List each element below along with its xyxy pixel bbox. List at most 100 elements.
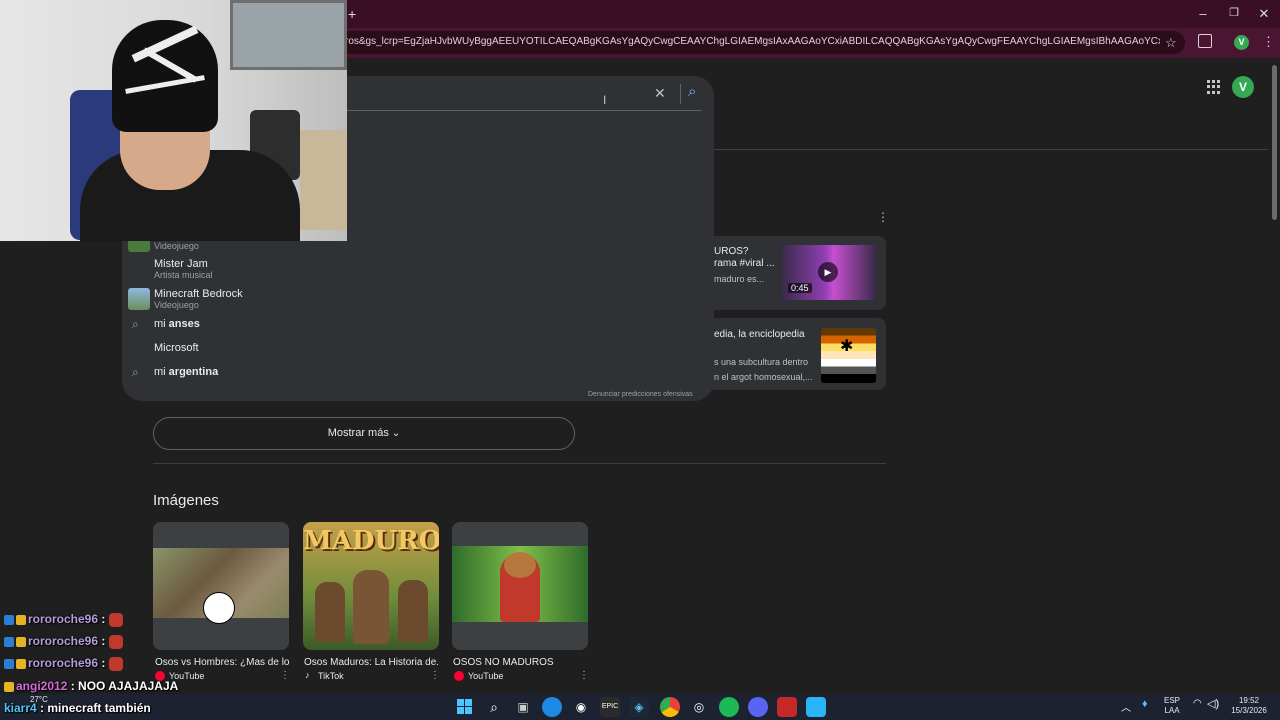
app-icon[interactable] bbox=[777, 697, 797, 717]
close-window-button[interactable]: ✕ bbox=[1254, 6, 1274, 22]
emote-icon bbox=[108, 634, 123, 649]
chat-separator: : bbox=[98, 612, 106, 626]
emote-icon bbox=[108, 656, 123, 671]
more-options-icon[interactable]: ⋮ bbox=[280, 670, 290, 681]
suggestion-subtitle-3: Videojuego bbox=[154, 300, 199, 310]
chat-username: rororoche96 bbox=[28, 612, 99, 626]
restore-button[interactable]: ❐ bbox=[1224, 6, 1244, 19]
chrome-icon[interactable] bbox=[660, 697, 680, 717]
chat-username: rororoche96 bbox=[28, 656, 99, 670]
github-icon[interactable]: ◎ bbox=[689, 697, 709, 717]
obs-icon[interactable]: ◉ bbox=[571, 697, 591, 717]
google-apps-icon[interactable] bbox=[1207, 80, 1221, 94]
image-overlay-text: MADUROS bbox=[303, 526, 439, 556]
chat-username: rororoche96 bbox=[28, 634, 99, 648]
chat-username: kiarr4 bbox=[4, 701, 37, 715]
image-result-3[interactable] bbox=[452, 522, 588, 650]
more-options-icon[interactable]: ⋮ bbox=[877, 210, 889, 224]
clock[interactable]: 19:52 15/3/2026 bbox=[1226, 696, 1272, 716]
more-options-icon[interactable]: ⋮ bbox=[579, 670, 589, 681]
browser-menu-icon[interactable]: ⋮ bbox=[1262, 34, 1275, 50]
crown-icon bbox=[16, 614, 26, 625]
search-button-divider bbox=[680, 84, 681, 104]
wiki-snippet-2: n el argot homosexual,... bbox=[714, 372, 813, 382]
video-title-2[interactable]: rama #viral ... bbox=[714, 258, 775, 269]
image-result-2[interactable]: MADUROS bbox=[303, 522, 439, 650]
volume-icon[interactable]: ◁) bbox=[1207, 697, 1219, 710]
clock-time: 19:52 bbox=[1238, 696, 1260, 705]
paw-icon: ✱ bbox=[840, 338, 854, 355]
report-predictions-link[interactable]: Denunciar predicciones ofensivas bbox=[588, 391, 693, 398]
suggestion-minecraft-bedrock[interactable]: Minecraft Bedrock bbox=[154, 288, 243, 300]
account-avatar[interactable]: V bbox=[1232, 76, 1254, 98]
wifi-icon[interactable]: ◠ bbox=[1193, 698, 1202, 709]
search-history-icon: ⌕ bbox=[132, 365, 139, 379]
suggestion-mi-argentina[interactable]: mi argentina bbox=[154, 366, 218, 378]
chat-message: rororoche96 : bbox=[4, 634, 125, 649]
steam-icon[interactable]: ◈ bbox=[629, 697, 649, 717]
chat-separator: : bbox=[36, 701, 48, 715]
search-taskbar-icon[interactable]: ⌕ bbox=[484, 697, 504, 717]
chat-username: angi2012 bbox=[16, 679, 68, 693]
wiki-snippet-1: s una subcultura dentro bbox=[714, 357, 809, 367]
image-source-3: YouTube bbox=[468, 671, 504, 681]
minecraft-thumbnail bbox=[128, 288, 150, 310]
chat-text: NOO AJAJAJAJA bbox=[78, 679, 179, 693]
search-icon[interactable]: ⌕ bbox=[688, 83, 696, 100]
discord-icon[interactable] bbox=[748, 697, 768, 717]
new-tab-button[interactable]: + bbox=[348, 6, 356, 22]
suggestion-completion: argentina bbox=[168, 366, 219, 378]
edge-icon[interactable] bbox=[542, 697, 562, 717]
badge-icon bbox=[4, 658, 14, 669]
show-more-label: Mostrar más bbox=[327, 427, 389, 439]
more-options-icon[interactable]: ⋮ bbox=[430, 670, 440, 681]
suggestion-subtitle-1[interactable]: Videojuego bbox=[154, 241, 199, 251]
video-snippet: maduro es... bbox=[714, 274, 765, 284]
chat-message: rororoche96 : bbox=[4, 656, 125, 671]
suggestion-mi-anses[interactable]: mi anses bbox=[154, 318, 200, 330]
url-text[interactable]: ros&gs_lcrp=EgZjaHJvbWUyBggAEEUYOTILCAEQ… bbox=[345, 36, 1160, 47]
tiktok-icon: ♪ bbox=[305, 670, 310, 680]
extensions-icon[interactable] bbox=[1198, 34, 1212, 48]
lang-layout: LAA bbox=[1164, 706, 1180, 715]
play-icon[interactable]: ▶ bbox=[818, 262, 838, 282]
badge-icon bbox=[4, 614, 14, 625]
image-caption-3[interactable]: OSOS NO MADUROS bbox=[453, 657, 587, 668]
notepad-icon[interactable] bbox=[806, 697, 826, 717]
chat-message: kiarr4 : minecraft también bbox=[4, 701, 151, 715]
suggestion-completion: anses bbox=[168, 318, 200, 330]
suggestion-microsoft[interactable]: Microsoft bbox=[154, 342, 199, 354]
image-caption-1[interactable]: Osos vs Hombres: ¿Mas de lo... bbox=[155, 657, 289, 668]
show-more-button[interactable]: Mostrar más ⌄ bbox=[153, 417, 575, 450]
images-heading: Imágenes bbox=[153, 492, 219, 509]
section-divider bbox=[153, 463, 886, 464]
suggestion-prefix: mi bbox=[154, 366, 169, 378]
minimize-button[interactable]: – bbox=[1193, 6, 1213, 21]
search-history-icon: ⌕ bbox=[132, 317, 139, 331]
video-title-1[interactable]: UROS? bbox=[714, 246, 748, 257]
keyboard-language[interactable]: ESP LAA bbox=[1160, 696, 1184, 716]
suggestion-prefix: mi bbox=[154, 318, 169, 330]
scroll-thumb[interactable] bbox=[1272, 65, 1277, 220]
image-result-1[interactable] bbox=[153, 522, 289, 650]
tray-chevron-up-icon[interactable]: ︿ bbox=[1121, 699, 1131, 714]
search-divider bbox=[340, 110, 702, 111]
task-view-icon[interactable]: ▣ bbox=[513, 697, 533, 717]
suggestion-mister-jam[interactable]: Mister Jam bbox=[154, 258, 208, 270]
bookmark-star-icon[interactable]: ☆ bbox=[1165, 35, 1177, 51]
image-caption-2[interactable]: Osos Maduros: La Historia de... bbox=[304, 657, 438, 668]
emote-icon bbox=[108, 612, 123, 627]
webcam-overlay bbox=[0, 0, 347, 241]
chat-separator: : bbox=[98, 656, 106, 670]
text-cursor-icon: I bbox=[603, 93, 607, 107]
epic-games-icon[interactable]: EPIC bbox=[600, 697, 620, 717]
wiki-title[interactable]: edia, la enciclopedia bbox=[714, 329, 805, 340]
start-button[interactable] bbox=[455, 697, 475, 717]
chat-separator: : bbox=[67, 679, 79, 693]
browser-profile-avatar[interactable]: V bbox=[1234, 35, 1249, 50]
spotify-icon[interactable] bbox=[719, 697, 739, 717]
crown-icon bbox=[4, 681, 14, 692]
microphone-icon[interactable]: ♦ bbox=[1142, 698, 1148, 710]
lang-code: ESP bbox=[1163, 696, 1180, 705]
clear-search-button[interactable]: ✕ bbox=[654, 85, 666, 102]
